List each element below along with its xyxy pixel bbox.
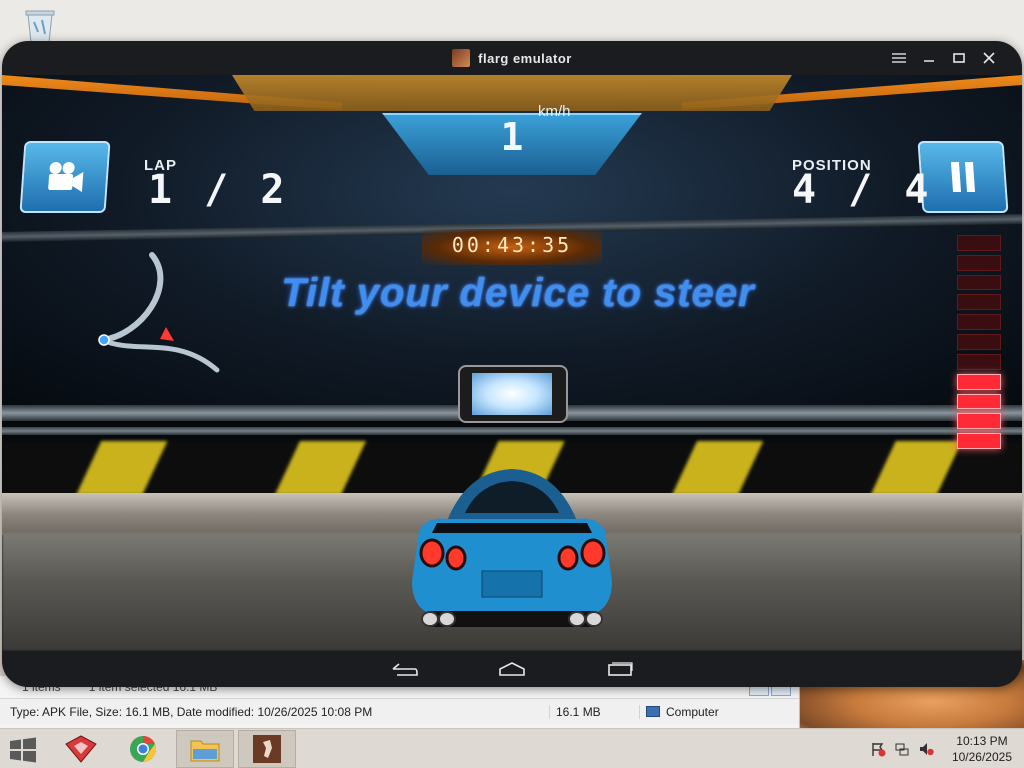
emulator-titlebar[interactable]: flarg emulator xyxy=(2,41,1022,75)
camera-button[interactable] xyxy=(19,141,111,213)
start-button[interactable] xyxy=(8,737,38,763)
minimize-icon[interactable] xyxy=(914,41,944,75)
race-timer: 00:43:35 xyxy=(451,233,573,257)
player-car xyxy=(412,469,612,627)
android-nav-bar xyxy=(2,651,1022,687)
computer-icon xyxy=(646,706,660,717)
rev-meter-segment xyxy=(957,235,1001,251)
red-cube-icon xyxy=(65,735,97,763)
status-location-label: Computer xyxy=(666,704,719,719)
game-screen[interactable]: km/h 1 00:43:35 LAP 1 / 2 POSITION 4 / 4 xyxy=(2,75,1022,651)
recycle-bin-icon[interactable] xyxy=(22,6,58,44)
rev-meter-segment xyxy=(957,274,1001,291)
network-icon[interactable] xyxy=(894,741,910,757)
emulator-window: flarg emulator km/h 1 00:43:35 LAP 1 / 2… xyxy=(2,41,1022,687)
status-bar: Type: APK File, Size: 16.1 MB, Date modi… xyxy=(0,698,799,724)
status-location: Computer xyxy=(640,705,719,719)
rev-meter-segment xyxy=(957,413,1001,430)
recents-icon[interactable] xyxy=(600,654,640,684)
rev-meter-segment xyxy=(957,314,1001,331)
clock-date: 10/26/2025 xyxy=(951,750,1012,764)
emulator-app-icon xyxy=(253,735,281,763)
emulator-app[interactable] xyxy=(238,730,296,768)
emulator-title: flarg emulator xyxy=(478,50,572,66)
position-value: 4 / 4 xyxy=(792,167,933,213)
chrome-icon xyxy=(130,736,156,762)
home-icon[interactable] xyxy=(492,654,532,684)
video-camera-icon xyxy=(48,162,84,192)
speed-value: 1 xyxy=(500,115,524,159)
rev-meter-segment xyxy=(957,393,1001,410)
rev-meter-segment xyxy=(957,373,1001,390)
windows-logo-icon xyxy=(10,737,36,763)
rev-meter-segment xyxy=(957,433,1001,449)
tilt-phone-icon xyxy=(458,365,568,423)
folder-icon xyxy=(190,740,220,762)
status-size: 16.1 MB xyxy=(550,704,640,719)
rev-meter-segment xyxy=(957,254,1001,271)
taskbar-clock[interactable]: 10:13 PM 10/26/2025 xyxy=(952,733,1012,765)
status-type: Type: APK File, Size: 16.1 MB, Date modi… xyxy=(0,704,550,719)
maximize-icon[interactable] xyxy=(944,41,974,75)
taskbar: 10:13 PM 10/26/2025 xyxy=(0,728,1024,768)
flag-alert-icon[interactable] xyxy=(870,741,886,757)
back-icon[interactable] xyxy=(384,654,424,684)
pause-icon xyxy=(950,162,976,192)
volume-muted-icon[interactable] xyxy=(918,741,934,757)
clock-time: 10:13 PM xyxy=(956,734,1008,748)
steering-hint: Tilt your device to steer xyxy=(281,271,755,315)
system-tray xyxy=(870,729,934,768)
rev-meter xyxy=(957,235,1001,449)
lap-value: 1 / 2 xyxy=(148,167,289,213)
hud-top-bar xyxy=(232,75,792,111)
rev-meter-segment xyxy=(957,294,1001,311)
bluestacks-app[interactable] xyxy=(52,730,110,768)
file-explorer-app[interactable] xyxy=(176,730,234,768)
menu-icon[interactable] xyxy=(884,41,914,75)
emulator-logo-icon xyxy=(452,49,471,67)
chrome-app[interactable] xyxy=(114,730,172,768)
close-icon[interactable] xyxy=(974,41,1004,75)
rev-meter-segment xyxy=(957,353,1001,370)
rev-meter-segment xyxy=(957,334,1001,350)
